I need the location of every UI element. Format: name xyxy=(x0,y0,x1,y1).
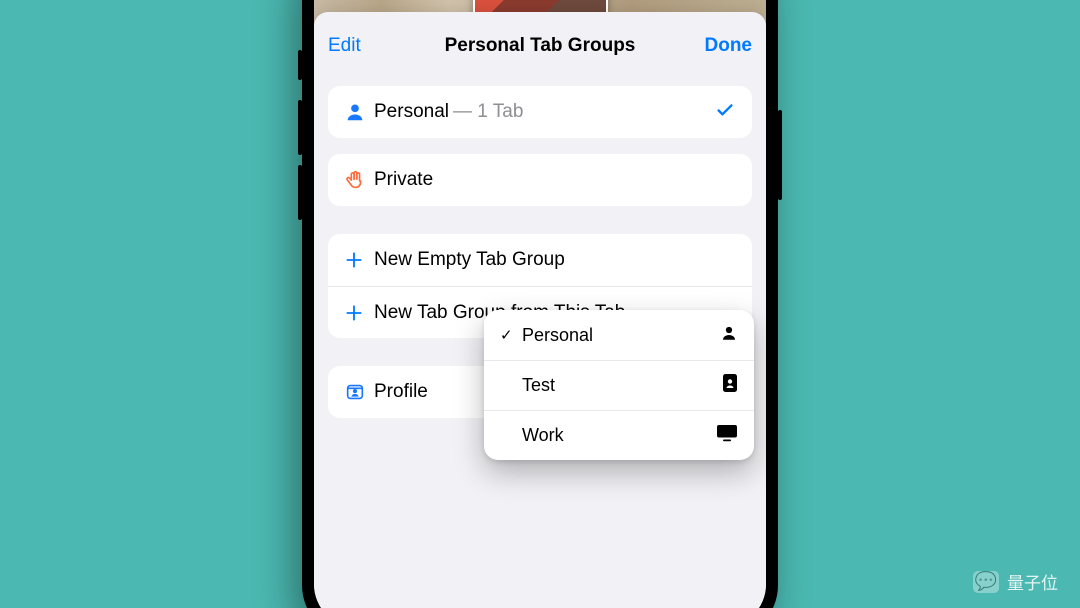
hand-icon xyxy=(344,169,374,191)
menu-item-label: Work xyxy=(522,425,716,446)
tab-group-row-private[interactable]: Private xyxy=(328,154,752,206)
plus-icon xyxy=(344,250,374,270)
display-icon xyxy=(716,424,738,447)
edit-button[interactable]: Edit xyxy=(328,35,398,57)
watermark: 💬 量子位 xyxy=(973,569,1058,594)
row-label: Private xyxy=(374,169,433,191)
person-icon xyxy=(720,324,738,347)
power-button xyxy=(778,110,782,200)
phone-frame: C HOW Edit Personal Tab Groups Done Pers… xyxy=(302,0,778,608)
menu-item-label: Test xyxy=(522,375,722,396)
profile-menu-item-work[interactable]: Work xyxy=(484,410,754,460)
profile-menu-item-personal[interactable]: ✓ Personal xyxy=(484,310,754,360)
profile-icon xyxy=(344,381,374,403)
profile-menu-item-test[interactable]: Test xyxy=(484,360,754,410)
volume-down-button xyxy=(298,165,302,220)
plus-icon xyxy=(344,303,374,323)
watermark-text: 量子位 xyxy=(1007,569,1058,594)
sheet-title: Personal Tab Groups xyxy=(398,35,682,57)
sheet-header: Edit Personal Tab Groups Done xyxy=(328,24,752,68)
wechat-icon: 💬 xyxy=(973,571,999,593)
profile-menu-popup: ✓ Personal Test Work xyxy=(484,310,754,460)
volume-up-button xyxy=(298,100,302,155)
tab-group-card-personal: Personal — 1 Tab xyxy=(328,86,752,138)
row-suffix: — 1 Tab xyxy=(453,101,523,123)
done-button[interactable]: Done xyxy=(682,35,752,57)
row-label: New Empty Tab Group xyxy=(374,249,565,271)
tab-groups-sheet: Edit Personal Tab Groups Done Personal —… xyxy=(314,12,766,608)
phone-screen: C HOW Edit Personal Tab Groups Done Pers… xyxy=(314,0,766,608)
row-label: Profile xyxy=(374,381,428,403)
tab-group-row-personal[interactable]: Personal — 1 Tab xyxy=(328,86,752,138)
row-label: Personal xyxy=(374,101,449,123)
menu-item-label: Personal xyxy=(522,325,720,346)
mute-switch xyxy=(298,50,302,80)
checkmark-icon: ✓ xyxy=(500,326,520,344)
checkmark-icon xyxy=(714,99,736,126)
id-card-icon xyxy=(722,373,738,398)
tab-group-card-private: Private xyxy=(328,154,752,206)
new-empty-tab-group-row[interactable]: New Empty Tab Group xyxy=(328,234,752,286)
person-icon xyxy=(344,101,374,123)
